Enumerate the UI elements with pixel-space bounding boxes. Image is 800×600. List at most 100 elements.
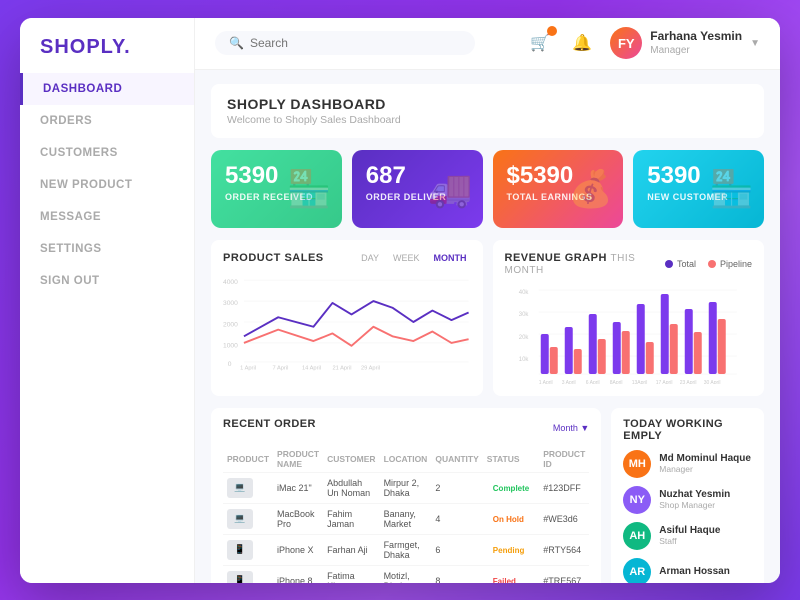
emp-avatar: MH [623,450,651,478]
svg-text:20k: 20k [518,335,529,341]
table-row: 📱 iPhone X Farhan Aji Farmget, Dhaka 6 P… [223,534,589,565]
user-role: Manager [650,44,742,58]
cart-badge [547,26,557,36]
table-row: 💻 MacBook Pro Fahim Jaman Banany, Market… [223,503,589,534]
search-input[interactable] [250,36,461,50]
list-item: AH Asiful Haque Staff [623,522,752,550]
charts-row: PRODUCT SALES DAY WEEK MONTH 4000 3000 2 [211,240,764,396]
revenue-graph-title: REVENUE GRAPH THIS MONTH [505,252,665,276]
list-item: AR Arman Hossan [623,558,752,583]
revenue-graph-chart: REVENUE GRAPH THIS MONTH Total Pipeline [493,240,765,396]
svg-text:3 April: 3 April [561,380,575,384]
stats-row: 5390 ORDER RECEIVED 🏪 687 ORDER DELIVER … [211,150,764,228]
product-thumb: 💻 [227,509,253,529]
svg-text:8April: 8April [609,380,622,384]
svg-text:13April: 13April [631,380,647,384]
sidebar-item-new-product[interactable]: NEW PRODUCT [20,169,194,201]
legend-pipeline-dot [708,260,716,268]
quantity: 2 [431,472,482,503]
location: Farmget, Dhaka [380,534,432,565]
product-id: #WE3d6 [539,503,589,534]
table-row: 💻 iMac 21" Abdullah Un Noman Mirpur 2, D… [223,472,589,503]
month-selector[interactable]: Month ▼ [553,423,589,433]
sidebar: SHOPLY. DASHBOARD ORDERS CUSTOMERS NEW P… [20,18,195,583]
sidebar-item-settings[interactable]: SETTINGS [20,233,194,265]
topbar-icons: 🛒 🔔 FY Farhana Yesmin Manager ▼ [526,27,760,59]
user-info[interactable]: FY Farhana Yesmin Manager ▼ [610,27,760,59]
recent-orders-card: RECENT ORDER Month ▼ Product Product Nam… [211,408,601,583]
list-item: NY Nuzhat Yesmin Shop Manager [623,486,752,514]
stat-icon-order-deliver: 🚚 [428,168,473,210]
customer-name: Fahim Jaman [323,503,380,534]
svg-text:29 April: 29 April [361,365,380,371]
svg-text:4000: 4000 [223,278,238,285]
line-chart: 4000 3000 2000 1000 0 [223,272,471,372]
sidebar-item-message[interactable]: MESSAGE [20,201,194,233]
location: Banany, Market [380,503,432,534]
tab-week[interactable]: WEEK [389,252,424,264]
legend-pipeline: Pipeline [708,259,752,269]
bell-icon[interactable]: 🔔 [568,29,596,57]
emp-name: Arman Hossan [659,566,752,577]
dashboard-area: SHOPLY DASHBOARD Welcome to Shoply Sales… [195,70,780,583]
orders-table: Product Product Name Customer Location Q… [223,446,589,583]
status-badge: On Hold [487,513,530,526]
product-name: MacBook Pro [273,503,323,534]
recent-orders-title: RECENT ORDER [223,418,316,430]
sidebar-item-sign-out[interactable]: SIGN OUT [20,265,194,297]
notification-icon[interactable]: 🛒 [526,29,554,57]
product-sales-tabs: DAY WEEK MONTH [357,252,470,264]
svg-text:7 April: 7 April [273,365,289,371]
customer-name: Abdullah Un Noman [323,472,380,503]
svg-text:14 April: 14 April [302,365,321,371]
stat-icon-new-customer: 🏪 [709,168,754,210]
chevron-down-icon: ▼ [750,38,760,49]
page-title: SHOPLY DASHBOARD [227,96,748,112]
sidebar-item-customers[interactable]: CUSTOMERS [20,137,194,169]
page-subtitle: Welcome to Shoply Sales Dashboard [227,114,748,126]
employees-card: TODAY WORKING EMPLY MH Md Mominul Haque … [611,408,764,583]
emp-role: Manager [659,464,752,474]
emp-avatar: AR [623,558,651,583]
legend-total-dot [665,260,673,268]
tab-day[interactable]: DAY [357,252,383,264]
emp-name: Nuzhat Yesmin [659,489,752,500]
customer-name: Farhan Aji [323,534,380,565]
stat-icon-order-received: 🏪 [287,168,332,210]
stat-card-order-received: 5390 ORDER RECEIVED 🏪 [211,150,342,228]
stat-card-new-customer: 5390 NEW CUSTOMER 🏪 [633,150,764,228]
svg-text:2000: 2000 [223,321,238,328]
bar-chart: 40k 30k 20k 10k [505,284,753,384]
svg-text:3000: 3000 [223,299,238,306]
revenue-graph-header: REVENUE GRAPH THIS MONTH Total Pipeline [505,252,753,276]
tab-month[interactable]: MONTH [430,252,471,264]
dashboard-header: SHOPLY DASHBOARD Welcome to Shoply Sales… [211,84,764,138]
col-product-name: Product Name [273,446,323,473]
topbar: 🔍 🛒 🔔 FY Farhana Yesmin Manager [195,18,780,70]
emp-role: Shop Manager [659,500,752,510]
status-badge: Failed [487,575,522,583]
search-box[interactable]: 🔍 [215,31,475,55]
revenue-legend: Total Pipeline [665,259,752,269]
svg-text:1 April: 1 April [240,365,256,371]
product-sales-title: PRODUCT SALES [223,252,324,264]
employees-title: TODAY WORKING EMPLY [623,418,752,442]
sidebar-item-orders[interactable]: ORDERS [20,105,194,137]
svg-text:30k: 30k [518,312,529,318]
employees-list: MH Md Mominul Haque Manager NY Nuzhat Ye… [623,450,752,583]
product-id: #123DFF [539,472,589,503]
product-sales-chart: PRODUCT SALES DAY WEEK MONTH 4000 3000 2 [211,240,483,396]
nav-menu: DASHBOARD ORDERS CUSTOMERS NEW PRODUCT M… [20,73,194,297]
search-icon: 🔍 [229,36,244,50]
col-product-id: Product ID [539,446,589,473]
col-qty: Quantity [431,446,482,473]
product-sales-header: PRODUCT SALES DAY WEEK MONTH [223,252,471,264]
col-product: Product [223,446,273,473]
sidebar-item-dashboard[interactable]: DASHBOARD [20,73,194,105]
emp-name: Md Mominul Haque [659,453,752,464]
product-name: iPhone X [273,534,323,565]
status-badge: Pending [487,544,531,557]
product-id: #TRE567 [539,565,589,583]
product-thumb: 📱 [227,540,253,560]
location: Motizl, Dhaka [380,565,432,583]
